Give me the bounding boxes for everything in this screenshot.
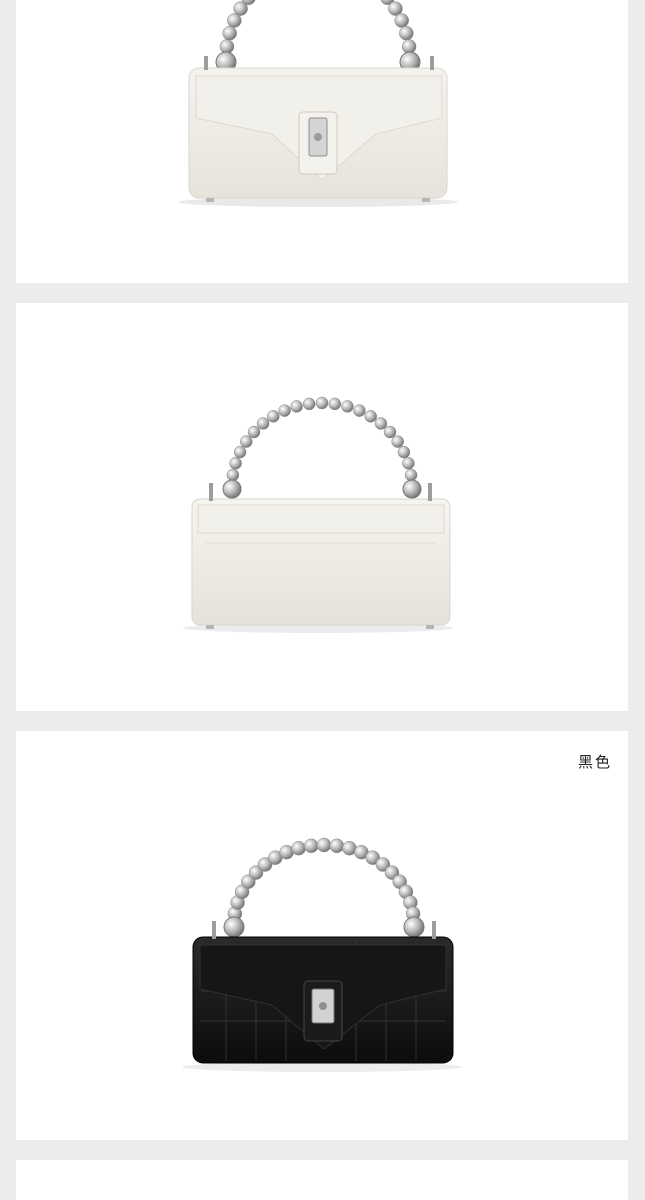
cream-handbag-back-image bbox=[183, 396, 453, 633]
handle-bead bbox=[391, 435, 404, 448]
handle-knob bbox=[403, 916, 425, 938]
handle-bead bbox=[247, 425, 261, 439]
black-handbag-front-image bbox=[182, 837, 462, 1072]
handle-bead bbox=[364, 410, 377, 423]
handle-bead bbox=[401, 39, 417, 54]
handle-bead bbox=[267, 410, 280, 423]
handle-bead bbox=[315, 396, 329, 410]
handle-knob bbox=[222, 479, 242, 499]
handle-bead bbox=[329, 838, 345, 854]
handle-bead bbox=[399, 25, 414, 41]
handle-bead bbox=[240, 435, 253, 448]
handle-knob bbox=[402, 479, 422, 499]
handle-bead bbox=[278, 404, 291, 417]
handle-bead bbox=[383, 425, 397, 439]
handle-bead bbox=[229, 457, 242, 470]
handle-bead bbox=[374, 417, 388, 430]
handle-bead bbox=[291, 840, 306, 856]
handle-bead bbox=[222, 25, 237, 41]
handle-bead bbox=[328, 397, 342, 411]
product-image-card[interactable]: 黑色 bbox=[16, 731, 628, 1140]
handle-bead bbox=[316, 837, 332, 853]
handle-bead bbox=[226, 468, 240, 482]
handle-bead bbox=[404, 468, 418, 482]
product-image-card[interactable] bbox=[16, 0, 628, 283]
handle-bead bbox=[394, 13, 409, 28]
handle-bead bbox=[397, 445, 411, 459]
product-image-card[interactable] bbox=[16, 303, 628, 711]
cream-handbag-front-image bbox=[178, 0, 458, 207]
handle-bead bbox=[219, 39, 235, 54]
handle-bead bbox=[290, 400, 303, 413]
product-image-card[interactable] bbox=[16, 1160, 628, 1200]
handle-bead bbox=[341, 400, 354, 413]
handle-bead bbox=[353, 404, 366, 417]
handle-knob bbox=[223, 916, 245, 938]
handle-bead bbox=[302, 397, 316, 411]
product-gallery: 黑色 bbox=[0, 0, 645, 1200]
handle-bead bbox=[256, 417, 270, 430]
handle-bead bbox=[402, 457, 415, 470]
handle-bead bbox=[303, 838, 319, 854]
handle-bead bbox=[233, 445, 247, 459]
